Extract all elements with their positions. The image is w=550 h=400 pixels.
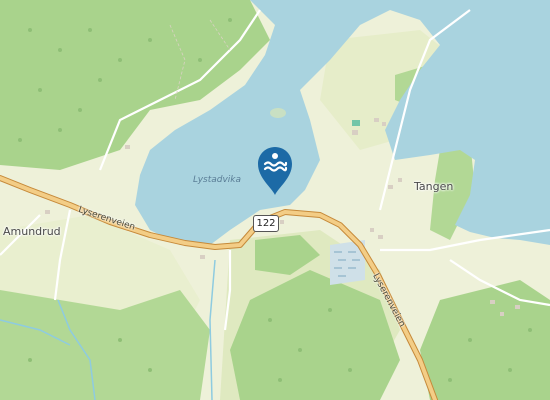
route-shield: 122	[253, 215, 279, 232]
place-label-amundrud: Amundrud	[3, 225, 61, 238]
swimming-location-marker[interactable]	[254, 144, 296, 196]
map-base	[0, 0, 550, 400]
place-label-tangen: Tangen	[414, 180, 454, 193]
water-name-label: Lystadvika	[193, 175, 242, 185]
swimming-icon	[258, 147, 292, 195]
map-view[interactable]: Lystadvika Amundrud Tangen Lyserenveien …	[0, 0, 550, 400]
